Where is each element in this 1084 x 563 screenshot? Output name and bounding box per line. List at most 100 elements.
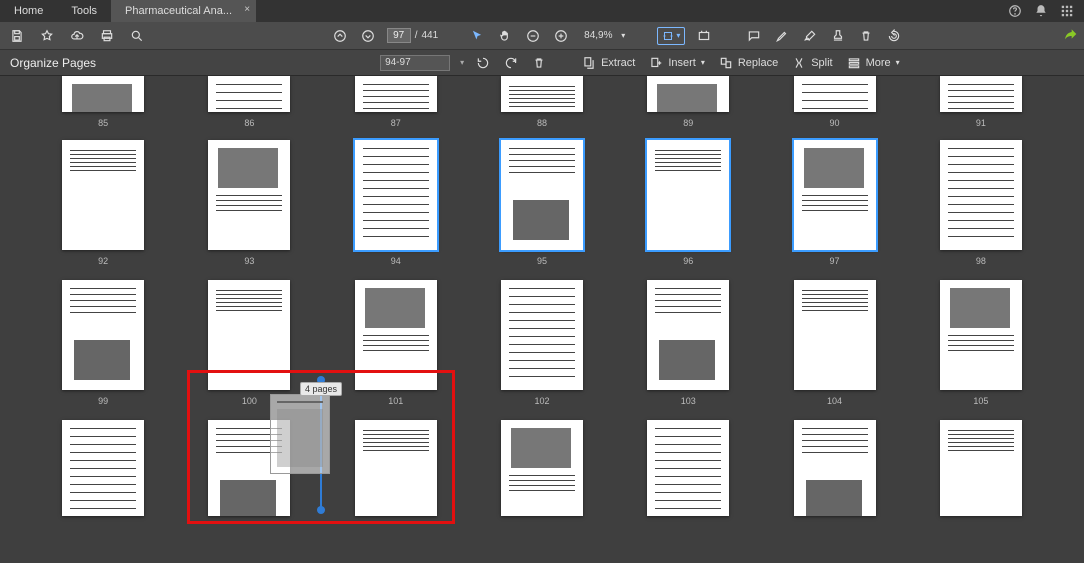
thumb-cell[interactable]: 96: [622, 140, 754, 266]
search-icon[interactable]: [128, 27, 146, 45]
page-thumbnail[interactable]: [501, 420, 583, 516]
apps-grid-icon[interactable]: [1060, 4, 1074, 18]
rotate-icon[interactable]: [885, 27, 903, 45]
page-thumbnail[interactable]: [62, 280, 144, 390]
thumb-cell[interactable]: 104: [769, 280, 901, 406]
page-thumbnail[interactable]: [355, 76, 437, 112]
rotate-ccw-icon[interactable]: [474, 54, 492, 72]
thumb-row: [0, 412, 1084, 516]
chevron-down-icon: ▾: [896, 58, 900, 67]
tab-home[interactable]: Home: [0, 0, 57, 22]
highlight-icon[interactable]: [773, 27, 791, 45]
star-icon[interactable]: [38, 27, 56, 45]
page-up-icon[interactable]: [331, 27, 349, 45]
thumb-cell[interactable]: 92: [37, 140, 169, 266]
page-down-icon[interactable]: [359, 27, 377, 45]
thumb-cell[interactable]: [769, 420, 901, 516]
page-range-input[interactable]: [380, 55, 450, 71]
comment-icon[interactable]: [745, 27, 763, 45]
stamp-icon[interactable]: [829, 27, 847, 45]
thumb-cell[interactable]: 95: [476, 140, 608, 266]
page-number-label: 89: [683, 118, 693, 128]
thumb-cell[interactable]: 102: [476, 280, 608, 406]
thumb-cell[interactable]: 94: [330, 140, 462, 266]
thumb-cell[interactable]: 90: [769, 76, 901, 128]
page-thumbnail[interactable]: [647, 76, 729, 112]
page-current-input[interactable]: [387, 28, 411, 43]
page-number-label: 87: [391, 118, 401, 128]
chevron-down-icon: ▾: [676, 31, 680, 40]
thumb-cell[interactable]: 97: [769, 140, 901, 266]
zoom-value[interactable]: 84,9% ▾: [580, 30, 629, 41]
page-thumbnail[interactable]: [647, 140, 729, 250]
thumb-cell[interactable]: [915, 420, 1047, 516]
thumb-cell[interactable]: 99: [37, 280, 169, 406]
page-thumbnail[interactable]: [647, 420, 729, 516]
cursor-icon[interactable]: [468, 27, 486, 45]
thumb-cell[interactable]: 86: [183, 76, 315, 128]
save-icon[interactable]: [8, 27, 26, 45]
zoom-in-icon[interactable]: [552, 27, 570, 45]
zoom-out-icon[interactable]: [524, 27, 542, 45]
extract-button[interactable]: Extract: [582, 56, 635, 70]
chevron-down-icon[interactable]: ▾: [460, 58, 464, 67]
page-thumbnail[interactable]: [940, 420, 1022, 516]
insert-label: Insert: [668, 57, 696, 69]
organize-title: Organize Pages: [10, 56, 96, 70]
window-actions: [1008, 0, 1084, 22]
help-icon[interactable]: [1008, 4, 1022, 18]
rotate-cw-icon[interactable]: [502, 54, 520, 72]
page-thumbnail[interactable]: [62, 76, 144, 112]
share-icon[interactable]: [1062, 25, 1080, 43]
page-thumbnail[interactable]: [501, 140, 583, 250]
organize-actions: Extract Insert ▾ Replace Split More ▾: [582, 56, 900, 70]
thumb-cell[interactable]: [37, 420, 169, 516]
thumbnail-area[interactable]: 85868788899091 92939495969798 9910010110…: [0, 76, 1084, 563]
replace-button[interactable]: Replace: [719, 56, 778, 70]
hand-icon[interactable]: [496, 27, 514, 45]
delete-pages-icon[interactable]: [530, 54, 548, 72]
thumb-cell[interactable]: 103: [622, 280, 754, 406]
tab-document[interactable]: Pharmaceutical Ana... ×: [111, 0, 256, 22]
page-thumbnail[interactable]: [940, 76, 1022, 112]
split-button[interactable]: Split: [792, 56, 832, 70]
page-number-label: 86: [244, 118, 254, 128]
page-thumbnail[interactable]: [355, 140, 437, 250]
page-thumbnail[interactable]: [794, 140, 876, 250]
page-indicator: / 441: [387, 28, 438, 43]
page-thumbnail[interactable]: [501, 280, 583, 390]
page-thumbnail[interactable]: [208, 76, 290, 112]
read-mode-icon[interactable]: [695, 27, 713, 45]
page-thumbnail[interactable]: [647, 280, 729, 390]
tab-tools[interactable]: Tools: [57, 0, 111, 22]
thumb-cell[interactable]: 93: [183, 140, 315, 266]
delete-icon[interactable]: [857, 27, 875, 45]
bell-icon[interactable]: [1034, 4, 1048, 18]
page-thumbnail[interactable]: [794, 76, 876, 112]
thumb-cell[interactable]: [622, 420, 754, 516]
thumb-cell[interactable]: 91: [915, 76, 1047, 128]
title-tabbar: Home Tools Pharmaceutical Ana... ×: [0, 0, 1084, 22]
cloud-upload-icon[interactable]: [68, 27, 86, 45]
page-thumbnail[interactable]: [62, 420, 144, 516]
thumb-cell[interactable]: [476, 420, 608, 516]
page-thumbnail[interactable]: [794, 420, 876, 516]
sign-icon[interactable]: [801, 27, 819, 45]
insert-button[interactable]: Insert ▾: [649, 56, 705, 70]
thumb-cell[interactable]: 85: [37, 76, 169, 128]
fit-width-button[interactable]: ▾: [657, 27, 685, 45]
thumb-cell[interactable]: 98: [915, 140, 1047, 266]
more-button[interactable]: More ▾: [847, 56, 900, 70]
page-thumbnail[interactable]: [940, 280, 1022, 390]
thumb-cell[interactable]: 89: [622, 76, 754, 128]
print-icon[interactable]: [98, 27, 116, 45]
page-thumbnail[interactable]: [208, 140, 290, 250]
page-thumbnail[interactable]: [62, 140, 144, 250]
page-thumbnail[interactable]: [501, 76, 583, 112]
page-thumbnail[interactable]: [940, 140, 1022, 250]
thumb-cell[interactable]: 87: [330, 76, 462, 128]
thumb-cell[interactable]: 105: [915, 280, 1047, 406]
tab-close-icon[interactable]: ×: [244, 4, 250, 15]
thumb-cell[interactable]: 88: [476, 76, 608, 128]
page-thumbnail[interactable]: [794, 280, 876, 390]
